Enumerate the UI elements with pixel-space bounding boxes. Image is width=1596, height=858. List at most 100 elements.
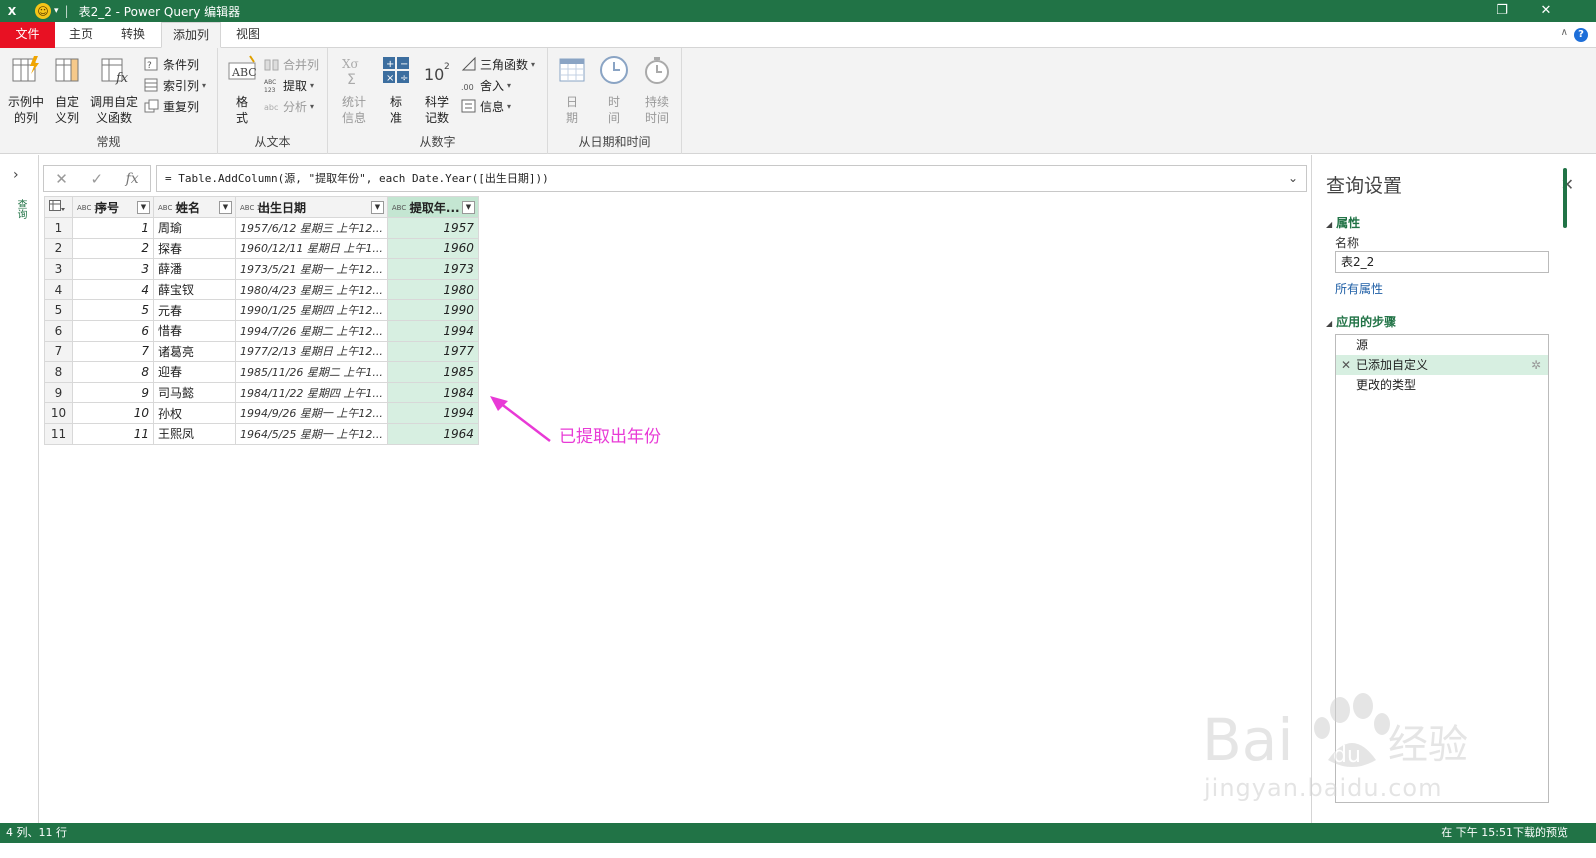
fx-icon[interactable]: fx — [126, 171, 139, 187]
column-header[interactable]: ABC 123序号 ▼ — [72, 196, 154, 218]
table-row[interactable]: 5 5 元春 1990/1/25 星期四 上午12... 1990 — [44, 299, 479, 321]
column-header-selected[interactable]: ABC 123提取年... ▼ — [386, 196, 479, 218]
column-header[interactable]: ABC 123姓名 ▼ — [153, 196, 236, 218]
standard-button[interactable]: + − × ÷ 标 准 — [378, 54, 414, 126]
date-button[interactable]: 日 期 — [554, 54, 590, 126]
tab-transform[interactable]: 转换 — [107, 22, 159, 48]
step-item-selected[interactable]: ✕ 已添加自定义 ✲ — [1336, 355, 1548, 375]
collapse-triangle-icon[interactable]: ◢ — [1326, 319, 1332, 328]
cell-birthdate[interactable]: 1985/11/26 星期二 上午1... — [235, 361, 388, 383]
rounding-dropdown-icon[interactable]: ▾ — [507, 81, 511, 90]
row-number[interactable]: 4 — [44, 278, 73, 301]
cell-name[interactable]: 周瑜 — [153, 217, 236, 239]
format-button[interactable]: ABC 格 式 — [224, 54, 260, 126]
delete-step-icon[interactable]: ✕ — [1341, 355, 1351, 375]
cell-birthdate[interactable]: 1994/7/26 星期二 上午12... — [235, 319, 388, 342]
cell-name[interactable]: 司马懿 — [153, 381, 236, 404]
pane-scrollbar[interactable] — [1563, 168, 1567, 228]
cell-seq[interactable]: 6 — [72, 319, 154, 342]
tab-view[interactable]: 视图 — [223, 22, 273, 48]
type-any-icon[interactable]: ABC 123 — [77, 204, 107, 212]
cell-name[interactable]: 惜春 — [153, 319, 236, 342]
properties-section[interactable]: ◢ 属性 — [1326, 214, 1360, 231]
invoke-custom-function-button[interactable]: fx 调用自定 义函数 — [88, 54, 140, 126]
collapse-ribbon-icon[interactable]: ∧ — [1561, 27, 1568, 38]
cell-extracted-year[interactable]: 1985 — [386, 361, 479, 383]
cell-extracted-year[interactable]: 1973 — [386, 258, 479, 280]
table-row[interactable]: 7 7 诸葛亮 1977/2/13 星期日 上午12... 1977 — [44, 340, 479, 363]
cell-seq[interactable]: 5 — [72, 299, 154, 321]
table-row[interactable]: 2 2 探春 1960/12/11 星期日 上午1... 1960 — [44, 237, 479, 260]
close-window-icon[interactable]: ✕ — [1526, 0, 1566, 22]
cell-birthdate[interactable]: 1977/2/13 星期日 上午12... — [235, 340, 388, 363]
filter-dropdown-icon[interactable]: ▼ — [461, 201, 475, 214]
index-column-dropdown-icon[interactable]: ▾ — [202, 81, 206, 90]
restore-window-icon[interactable]: ❐ — [1482, 0, 1522, 22]
queries-vertical-label[interactable]: 查询 — [12, 199, 26, 219]
cell-name[interactable]: 探春 — [153, 237, 236, 260]
cell-extracted-year[interactable]: 1994 — [386, 402, 479, 424]
cell-birthdate[interactable]: 1957/6/12 星期三 上午12... — [235, 217, 388, 239]
expand-formula-icon[interactable]: ⌄ — [1288, 166, 1298, 191]
cell-birthdate[interactable]: 1994/9/26 星期一 上午12... — [235, 402, 388, 424]
row-number[interactable]: 7 — [44, 340, 73, 363]
row-number[interactable]: 1 — [44, 217, 73, 239]
rounding-button[interactable]: .00 舍入 ▾ — [461, 75, 511, 95]
information-button[interactable]: 信息 ▾ — [461, 96, 511, 116]
information-dropdown-icon[interactable]: ▾ — [507, 102, 511, 111]
statistics-button[interactable]: Xσ Σ 统计 信息 — [334, 54, 374, 126]
parse-dropdown-icon[interactable]: ▾ — [310, 102, 314, 111]
cancel-formula-icon[interactable]: ✕ — [55, 170, 68, 188]
column-from-examples-button[interactable]: 示例中 的列 — [4, 54, 48, 126]
cell-birthdate[interactable]: 1990/1/25 星期四 上午12... — [235, 299, 388, 321]
cell-extracted-year[interactable]: 1977 — [386, 340, 479, 363]
confirm-formula-icon[interactable]: ✓ — [90, 170, 103, 188]
cell-birthdate[interactable]: 1964/5/25 星期一 上午12... — [235, 422, 388, 445]
cell-name[interactable]: 孙权 — [153, 402, 236, 424]
step-item[interactable]: 源 — [1336, 335, 1548, 355]
scientific-button[interactable]: 10 2 科学 记数 — [418, 54, 456, 126]
table-row[interactable]: 4 4 薛宝钗 1980/4/23 星期三 上午12... 1980 — [44, 278, 479, 301]
index-column-button[interactable]: 索引列 ▾ — [144, 75, 206, 95]
filter-dropdown-icon[interactable]: ▼ — [219, 201, 232, 214]
row-number[interactable]: 3 — [44, 258, 73, 280]
cell-birthdate[interactable]: 1984/11/22 星期四 上午1... — [235, 381, 388, 404]
table-row[interactable]: 3 3 薛潘 1973/5/21 星期一 上午12... 1973 — [44, 258, 479, 280]
row-number[interactable]: 6 — [44, 319, 73, 342]
cell-seq[interactable]: 4 — [72, 278, 154, 301]
row-number[interactable]: 11 — [44, 422, 73, 445]
cell-seq[interactable]: 7 — [72, 340, 154, 363]
table-row[interactable]: 6 6 惜春 1994/7/26 星期二 上午12... 1994 — [44, 319, 479, 342]
duplicate-column-button[interactable]: 重复列 — [144, 96, 199, 116]
expand-queries-icon[interactable]: › — [13, 167, 19, 183]
table-row[interactable]: 11 11 王熙凤 1964/5/25 星期一 上午12... 1964 — [44, 422, 479, 445]
cell-name[interactable]: 迎春 — [153, 361, 236, 383]
cell-seq[interactable]: 9 — [72, 381, 154, 404]
cell-seq[interactable]: 3 — [72, 258, 154, 280]
table-row[interactable]: 9 9 司马懿 1984/11/22 星期四 上午1... 1984 — [44, 381, 479, 404]
cell-seq[interactable]: 11 — [72, 422, 154, 445]
time-button[interactable]: 时 间 — [594, 54, 634, 126]
table-menu-cell[interactable] — [44, 196, 73, 218]
cell-seq[interactable]: 1 — [72, 217, 154, 239]
cell-extracted-year[interactable]: 1984 — [386, 381, 479, 404]
cell-seq[interactable]: 10 — [72, 402, 154, 424]
type-any-icon[interactable]: ABC 123 — [240, 204, 270, 212]
row-number[interactable]: 8 — [44, 361, 73, 383]
collapse-triangle-icon[interactable]: ◢ — [1326, 220, 1332, 229]
table-row[interactable]: 8 8 迎春 1985/11/26 星期二 上午1... 1985 — [44, 361, 479, 383]
trigonometry-button[interactable]: 三角函数 ▾ — [461, 54, 535, 74]
cell-extracted-year[interactable]: 1990 — [386, 299, 479, 321]
cell-birthdate[interactable]: 1973/5/21 星期一 上午12... — [235, 258, 388, 280]
row-number[interactable]: 9 — [44, 381, 73, 404]
cell-seq[interactable]: 8 — [72, 361, 154, 383]
filter-dropdown-icon[interactable]: ▼ — [137, 201, 150, 214]
duration-button[interactable]: 持续 时间 — [636, 54, 678, 126]
extract-button[interactable]: ABC 123 提取 ▾ — [264, 75, 314, 95]
tab-add-column[interactable]: 添加列 — [161, 22, 221, 48]
cell-extracted-year[interactable]: 1994 — [386, 319, 479, 342]
cell-extracted-year[interactable]: 1957 — [386, 217, 479, 239]
cell-extracted-year[interactable]: 1960 — [386, 237, 479, 260]
formula-bar[interactable]: = Table.AddColumn(源, "提取年份", each Date.Y… — [156, 165, 1307, 192]
type-any-icon[interactable]: ABC 123 — [158, 204, 188, 212]
